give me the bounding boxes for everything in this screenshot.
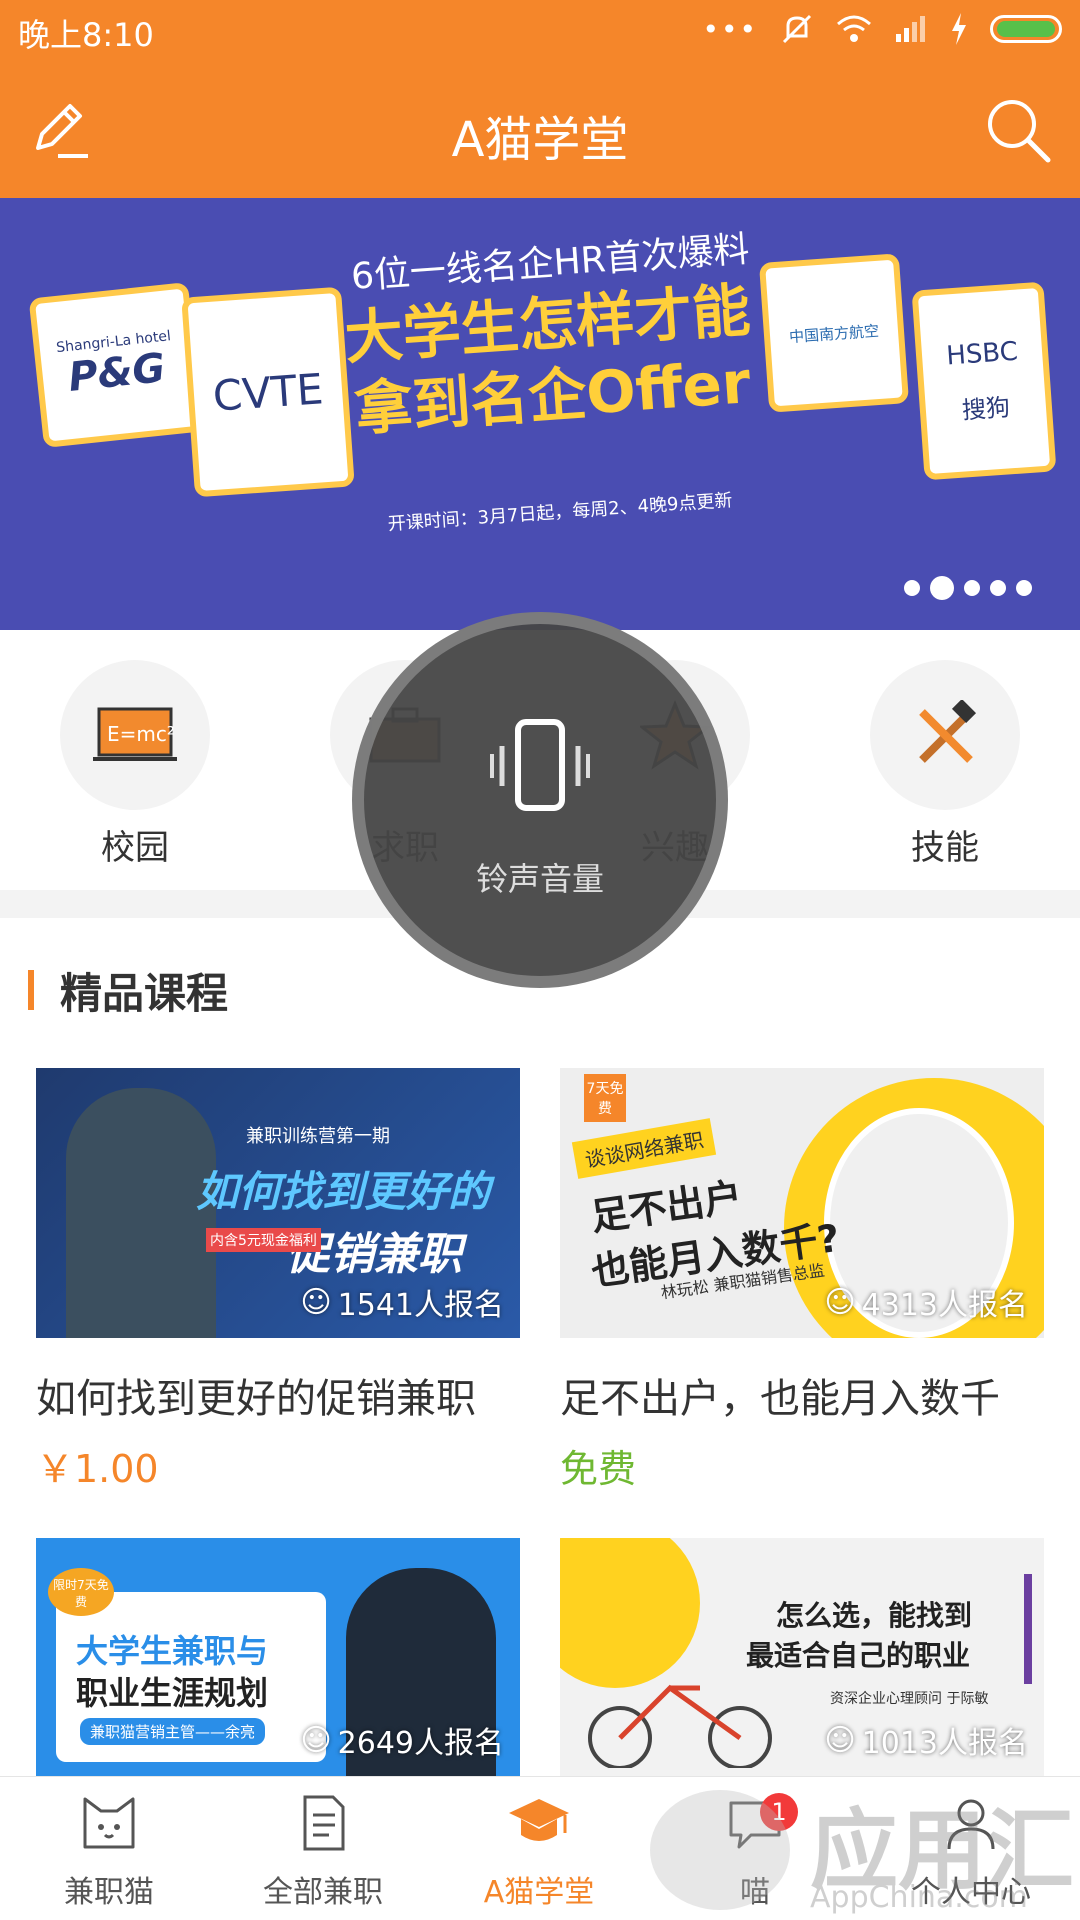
course-thumbnail: 怎么选，能找到 最适合自己的职业 资深企业心理顾问 于际敏 ☺ 1013人报名 [560, 1538, 1044, 1776]
logo-csa: 中国南方航空 [788, 321, 880, 346]
banner-pager[interactable] [904, 576, 1032, 600]
graduation-cap-icon [509, 1799, 569, 1841]
course-price: 免费 [560, 1447, 637, 1491]
thumb-text: 限时7天免费 [48, 1568, 114, 1616]
thumb-text: 7天免费 [584, 1074, 626, 1122]
tab-all-jobs[interactable]: 全部兼职 [238, 1793, 408, 1911]
thumb-text: 职业生涯规划 [76, 1674, 269, 1712]
thumb-text: 兼职训练营第一期 [246, 1126, 390, 1147]
thumb-text: 内含5元现金福利 [206, 1228, 321, 1252]
thumb-text: 最适合自己的职业 [746, 1639, 971, 1672]
tab-a-cat-academy[interactable]: A猫学堂 [454, 1793, 624, 1911]
pager-dot[interactable] [990, 580, 1006, 596]
page-title: A猫学堂 [451, 112, 629, 168]
signal-icon [896, 16, 925, 42]
status-bar: 晚上8:10 ••• [0, 0, 1080, 60]
banner-headline: 大学生怎样才能拿到名企Offer [342, 276, 753, 444]
course-card[interactable]: 兼职训练营第一期 如何找到更好的 促销兼职 内含5元现金福利 ☺ 1541人报名 … [36, 1068, 520, 1493]
course-thumbnail: 兼职训练营第一期 如何找到更好的 促销兼职 内含5元现金福利 ☺ 1541人报名 [36, 1068, 520, 1338]
section-title: 精品课程 [60, 968, 229, 1018]
enroll-count-text: 1013人报名 [861, 1726, 1028, 1761]
pager-dot[interactable] [904, 580, 920, 596]
enroll-count: ☺ 1013人报名 [824, 1718, 1028, 1762]
promo-banner[interactable]: Shangri-La hotel P&G CVTE 6位一线名企HR首次爆料 大… [0, 198, 1080, 630]
thumb-text: 兼职猫营销主管——余亮 [80, 1718, 266, 1745]
enroll-count: ☺ 4313人报名 [824, 1280, 1028, 1324]
person-icon: ☺ [824, 1722, 856, 1758]
thumb-text: 大学生兼职与 [76, 1632, 269, 1670]
logo-bubble-hsbc: HSBC 搜狗 [911, 281, 1057, 481]
purple-frame [1024, 1574, 1032, 1684]
vibrate-phone-icon [490, 719, 590, 811]
status-icons: ••• [702, 12, 1062, 46]
charging-icon [952, 13, 966, 45]
mute-icon [782, 14, 812, 44]
watermark-sub-text: AppChina.com [810, 1880, 1028, 1915]
watermark-logo [650, 1790, 790, 1910]
pager-dot[interactable] [964, 580, 980, 596]
enroll-count-text: 1541人报名 [337, 1288, 504, 1323]
appchina-watermark: 应用汇 AppChina.com [640, 1770, 1080, 1920]
banner-note: 开课时间：3月7日起，每周2、4晚9点更新 [387, 489, 734, 536]
tab-label: 兼职猫 [64, 1875, 154, 1910]
enroll-count-text: 4313人报名 [861, 1288, 1028, 1323]
svg-text:E=mc²: E=mc² [107, 722, 175, 746]
person-icon: ☺ [300, 1284, 332, 1320]
category-label: 校园 [101, 828, 169, 868]
person-icon: ☺ [824, 1284, 856, 1320]
logo-bubble-pg: Shangri-La hotel P&G [28, 282, 204, 448]
course-thumbnail: 限时7天免费 大学生兼职与 职业生涯规划 兼职猫营销主管——余亮 ☺ 2649人报… [36, 1538, 520, 1776]
volume-overlay: 铃声音量 [352, 612, 728, 988]
enroll-count: ☺ 2649人报名 [300, 1718, 504, 1762]
enroll-count-text: 2649人报名 [337, 1726, 504, 1761]
category-skill[interactable]: 技能 [870, 660, 1020, 869]
tools-icon [870, 660, 1020, 810]
logo-cvte: CVTE [211, 363, 325, 421]
course-title: 足不出户，也能月入数千 [560, 1376, 1000, 1422]
volume-overlay-label: 铃声音量 [475, 860, 604, 898]
section-header: 精品课程 [28, 962, 228, 1018]
thumb-text: 谈谈网络兼职 [571, 1118, 717, 1179]
enroll-count: ☺ 1541人报名 [300, 1280, 504, 1324]
document-icon [303, 1795, 345, 1851]
logo-bubble-csa: 中国南方航空 [758, 253, 910, 413]
course-price: ￥1.00 [36, 1447, 159, 1491]
tab-label: A猫学堂 [483, 1875, 595, 1910]
battery-icon [990, 15, 1062, 43]
thumb-text: 如何找到更好的 [196, 1167, 491, 1216]
blackboard-icon: E=mc² [60, 660, 210, 810]
status-time: 晚上8:10 [18, 16, 154, 54]
logo-hsbc: HSBC [945, 336, 1019, 372]
thumb-text: 怎么选，能找到 [776, 1599, 973, 1632]
person-icon: ☺ [300, 1722, 332, 1758]
course-card[interactable]: 限时7天免费 大学生兼职与 职业生涯规划 兼职猫营销主管——余亮 ☺ 2649人报… [36, 1538, 520, 1776]
category-campus[interactable]: E=mc² 校园 [60, 660, 210, 869]
course-card[interactable]: 怎么选，能找到 最适合自己的职业 资深企业心理顾问 于际敏 ☺ 1013人报名 [560, 1538, 1044, 1776]
person-photo [66, 1088, 216, 1338]
wifi-icon [837, 15, 871, 42]
thumb-text: 资深企业心理顾问 于际敏 [830, 1691, 989, 1707]
course-thumbnail: 7天免费 谈谈网络兼职 足不出户 也能月入数千? 林玩松 兼职猫销售总监 ☺ 43… [560, 1068, 1044, 1338]
section-accent-bar [28, 970, 34, 1010]
logo-pg: P&G [66, 345, 168, 401]
pager-dot[interactable] [1016, 580, 1032, 596]
more-dots-icon: ••• [702, 12, 758, 46]
app-bar: A猫学堂 [0, 60, 1080, 198]
course-card[interactable]: 7天免费 谈谈网络兼职 足不出户 也能月入数千? 林玩松 兼职猫销售总监 ☺ 43… [560, 1068, 1044, 1493]
tab-label: 全部兼职 [263, 1875, 383, 1910]
cat-icon [83, 1797, 135, 1849]
tab-jianzhimao[interactable]: 兼职猫 [24, 1793, 194, 1911]
search-icon[interactable] [984, 96, 1052, 164]
pager-dot-active[interactable] [930, 576, 954, 600]
logo-sogou: 搜狗 [961, 392, 1011, 425]
category-label: 技能 [911, 828, 979, 868]
course-title: 如何找到更好的促销兼职 [36, 1376, 476, 1422]
